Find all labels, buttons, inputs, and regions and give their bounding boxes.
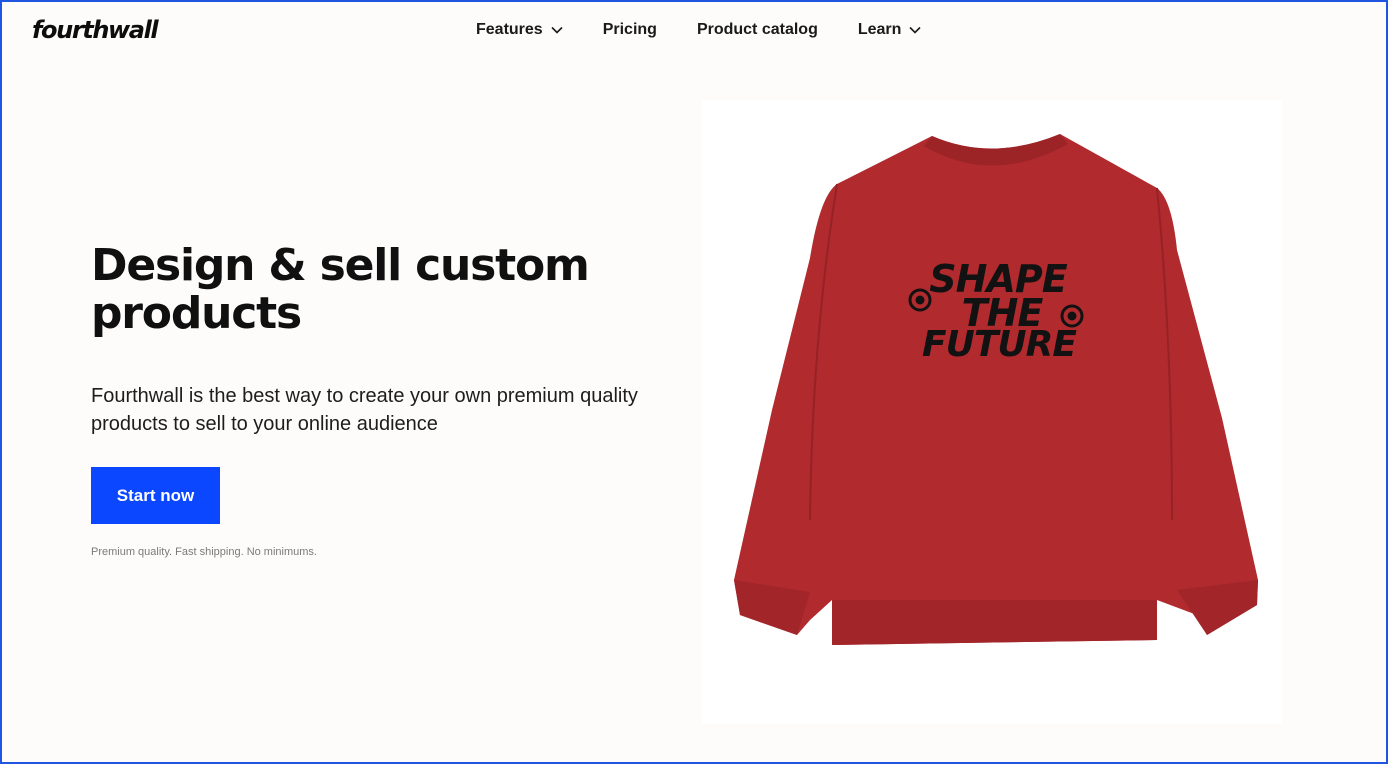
hero-headline: Design & sell custom products [91, 240, 590, 339]
product-image: SHAPE THE FUTURE [702, 100, 1282, 724]
nav-item-learn[interactable]: Learn [858, 21, 922, 39]
sweatshirt-illustration: SHAPE THE FUTURE [734, 134, 1258, 645]
sweatshirt-body [734, 134, 1258, 645]
nav-item-features[interactable]: Features [476, 21, 563, 39]
nav-item-label: Features [476, 21, 543, 38]
print-line-future: FUTURE [922, 324, 1077, 365]
nav-item-label: Learn [857, 21, 902, 38]
fourthwall-logo[interactable]: fourthwall [32, 16, 159, 44]
sweatshirt-hem [832, 600, 1157, 645]
chevron-down-icon [909, 26, 921, 34]
nav-item-pricing[interactable]: Pricing [603, 21, 657, 39]
nav-item-label: Product catalog [696, 21, 818, 38]
hero-subtext: Fourthwall is the best way to create you… [91, 385, 638, 435]
nav-item-label: Pricing [602, 21, 657, 38]
nav-item-product-catalog[interactable]: Product catalog [697, 21, 818, 39]
hero-fineprint: Premium quality. Fast shipping. No minim… [91, 546, 317, 558]
chevron-down-icon [551, 26, 563, 34]
start-now-button[interactable]: Start now [91, 467, 220, 524]
page-frame: fourthwall Features Pricing Product cata… [0, 0, 1388, 764]
main-nav: Features Pricing Product catalog Learn [476, 21, 921, 39]
